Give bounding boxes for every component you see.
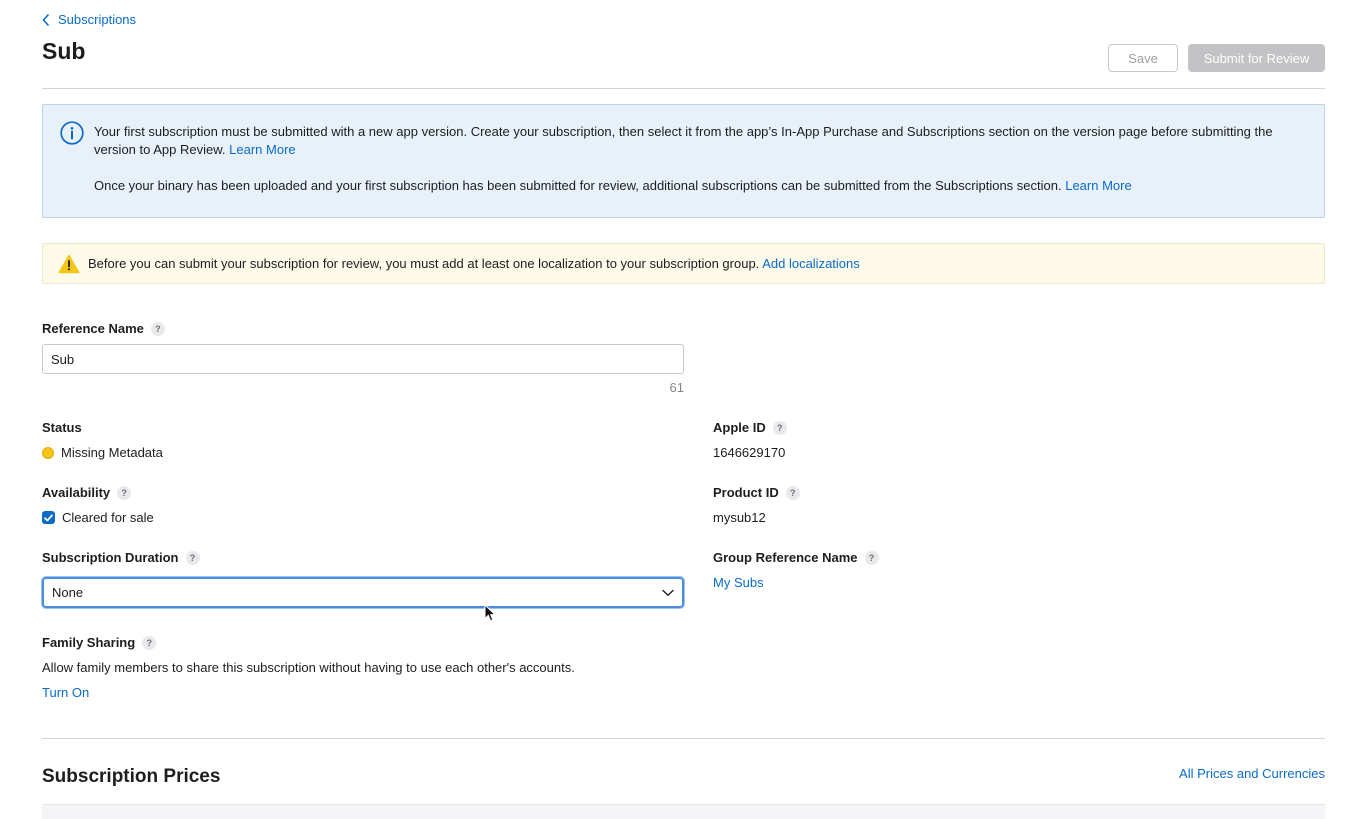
section-divider xyxy=(42,738,1325,739)
info-banner-text: Your first subscription must be submitte… xyxy=(94,123,1284,195)
help-icon[interactable]: ? xyxy=(142,635,157,650)
help-icon[interactable]: ? xyxy=(864,550,879,565)
help-icon[interactable]: ? xyxy=(150,321,165,336)
warning-banner: Before you can submit your subscription … xyxy=(42,243,1325,284)
help-icon[interactable]: ? xyxy=(772,420,787,435)
learn-more-link-1[interactable]: Learn More xyxy=(229,142,295,157)
page-title: Sub xyxy=(42,38,86,64)
subscription-prices-title: Subscription Prices xyxy=(42,766,221,787)
cleared-for-sale-row[interactable]: Cleared for sale xyxy=(42,510,154,525)
submit-for-review-button[interactable]: Submit for Review xyxy=(1188,44,1325,72)
info-icon xyxy=(60,121,84,150)
prices-table-header xyxy=(42,804,1325,819)
product-id-value: mysub12 xyxy=(713,510,766,525)
info-banner: Your first subscription must be submitte… xyxy=(42,104,1325,218)
status-label: Status xyxy=(42,420,82,435)
subscription-duration-label: Subscription Duration ? xyxy=(42,550,200,565)
all-prices-and-currencies-link[interactable]: All Prices and Currencies xyxy=(1179,766,1325,781)
help-icon[interactable]: ? xyxy=(185,550,200,565)
chevron-down-icon xyxy=(662,585,674,600)
subscription-duration-select[interactable]: None xyxy=(42,577,684,608)
help-icon[interactable]: ? xyxy=(785,485,800,500)
family-sharing-label: Family Sharing ? xyxy=(42,635,157,650)
cleared-for-sale-label[interactable]: Cleared for sale xyxy=(62,510,154,525)
warning-text: Before you can submit your subscription … xyxy=(88,256,860,271)
status-text: Missing Metadata xyxy=(61,445,163,460)
status-indicator-icon xyxy=(42,446,54,459)
group-reference-name-link[interactable]: My Subs xyxy=(713,575,764,590)
product-id-label: Product ID ? xyxy=(713,485,800,500)
cleared-for-sale-checkbox[interactable] xyxy=(42,511,55,524)
reference-name-label-text: Reference Name xyxy=(42,321,144,336)
family-sharing-label-text: Family Sharing xyxy=(42,635,136,650)
character-count: 61 xyxy=(669,380,684,395)
product-id-label-text: Product ID xyxy=(713,485,779,500)
availability-label-text: Availability xyxy=(42,485,111,500)
group-reference-name-label: Group Reference Name ? xyxy=(713,550,879,565)
breadcrumb[interactable]: Subscriptions xyxy=(42,12,136,27)
save-button[interactable]: Save xyxy=(1108,44,1178,72)
subscription-duration-label-text: Subscription Duration xyxy=(42,550,179,565)
learn-more-link-2[interactable]: Learn More xyxy=(1065,178,1131,193)
header-divider xyxy=(42,88,1325,89)
add-localizations-link[interactable]: Add localizations xyxy=(762,256,860,271)
apple-id-label: Apple ID ? xyxy=(713,420,787,435)
apple-id-label-text: Apple ID xyxy=(713,420,766,435)
info-paragraph-2: Once your binary has been uploaded and y… xyxy=(94,178,1062,193)
availability-label: Availability ? xyxy=(42,485,132,500)
subscription-duration-selected: None xyxy=(52,585,84,600)
reference-name-label: Reference Name ? xyxy=(42,321,165,336)
group-reference-name-label-text: Group Reference Name xyxy=(713,550,858,565)
turn-on-family-sharing-link[interactable]: Turn On xyxy=(42,685,89,700)
warning-icon xyxy=(58,254,80,279)
status-value: Missing Metadata xyxy=(42,445,163,460)
apple-id-value: 1646629170 xyxy=(713,445,786,460)
check-icon xyxy=(44,513,53,521)
reference-name-input[interactable] xyxy=(42,344,684,374)
help-icon[interactable]: ? xyxy=(117,485,132,500)
cursor-icon xyxy=(484,603,497,627)
status-label-text: Status xyxy=(42,420,82,435)
chevron-left-icon xyxy=(42,13,50,26)
breadcrumb-subscriptions-link[interactable]: Subscriptions xyxy=(58,12,136,27)
warning-message: Before you can submit your subscription … xyxy=(88,256,760,271)
family-sharing-description: Allow family members to share this subsc… xyxy=(42,660,575,675)
